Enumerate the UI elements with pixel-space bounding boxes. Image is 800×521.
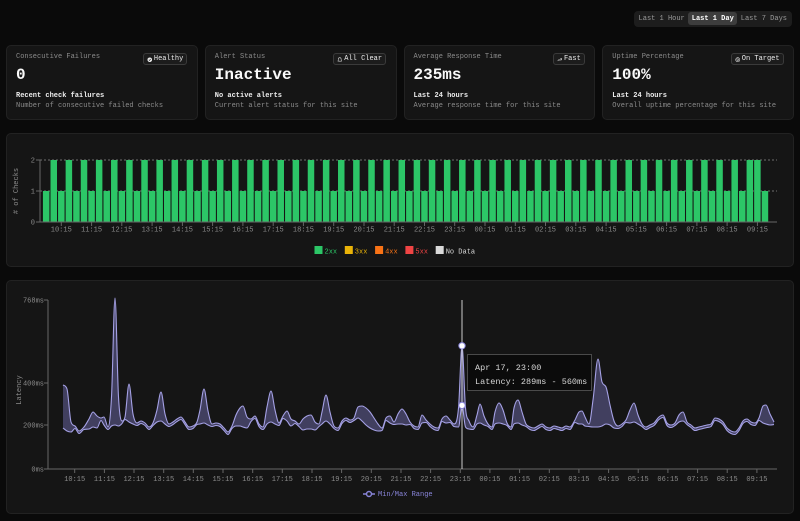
svg-text:Latency: Latency	[16, 375, 24, 404]
svg-text:19:15: 19:15	[331, 476, 352, 484]
svg-text:02:15: 02:15	[539, 476, 560, 484]
svg-text:Min/Max Range: Min/Max Range	[378, 491, 433, 499]
svg-text:13:15: 13:15	[153, 476, 174, 484]
svg-text:17:15: 17:15	[272, 476, 293, 484]
svg-text:21:15: 21:15	[390, 476, 411, 484]
svg-text:23:15: 23:15	[450, 476, 471, 484]
svg-text:768ms: 768ms	[23, 298, 44, 306]
svg-text:22:15: 22:15	[420, 476, 441, 484]
svg-text:09:15: 09:15	[746, 476, 767, 484]
svg-text:01:15: 01:15	[509, 476, 530, 484]
svg-text:15:15: 15:15	[212, 476, 233, 484]
svg-text:07:15: 07:15	[687, 476, 708, 484]
svg-text:04:15: 04:15	[598, 476, 619, 484]
svg-text:11:15: 11:15	[94, 476, 115, 484]
svg-text:05:15: 05:15	[628, 476, 649, 484]
svg-text:14:15: 14:15	[183, 476, 204, 484]
svg-text:16:15: 16:15	[242, 476, 263, 484]
svg-text:03:15: 03:15	[568, 476, 589, 484]
svg-text:0ms: 0ms	[31, 467, 44, 475]
svg-text:20:15: 20:15	[361, 476, 382, 484]
svg-text:10:15: 10:15	[64, 476, 85, 484]
svg-text:06:15: 06:15	[657, 476, 678, 484]
svg-text:200ms: 200ms	[23, 423, 44, 431]
svg-text:08:15: 08:15	[717, 476, 738, 484]
svg-text:12:15: 12:15	[123, 476, 144, 484]
svg-text:18:15: 18:15	[301, 476, 322, 484]
svg-text:00:15: 00:15	[479, 476, 500, 484]
svg-text:400ms: 400ms	[23, 381, 44, 389]
